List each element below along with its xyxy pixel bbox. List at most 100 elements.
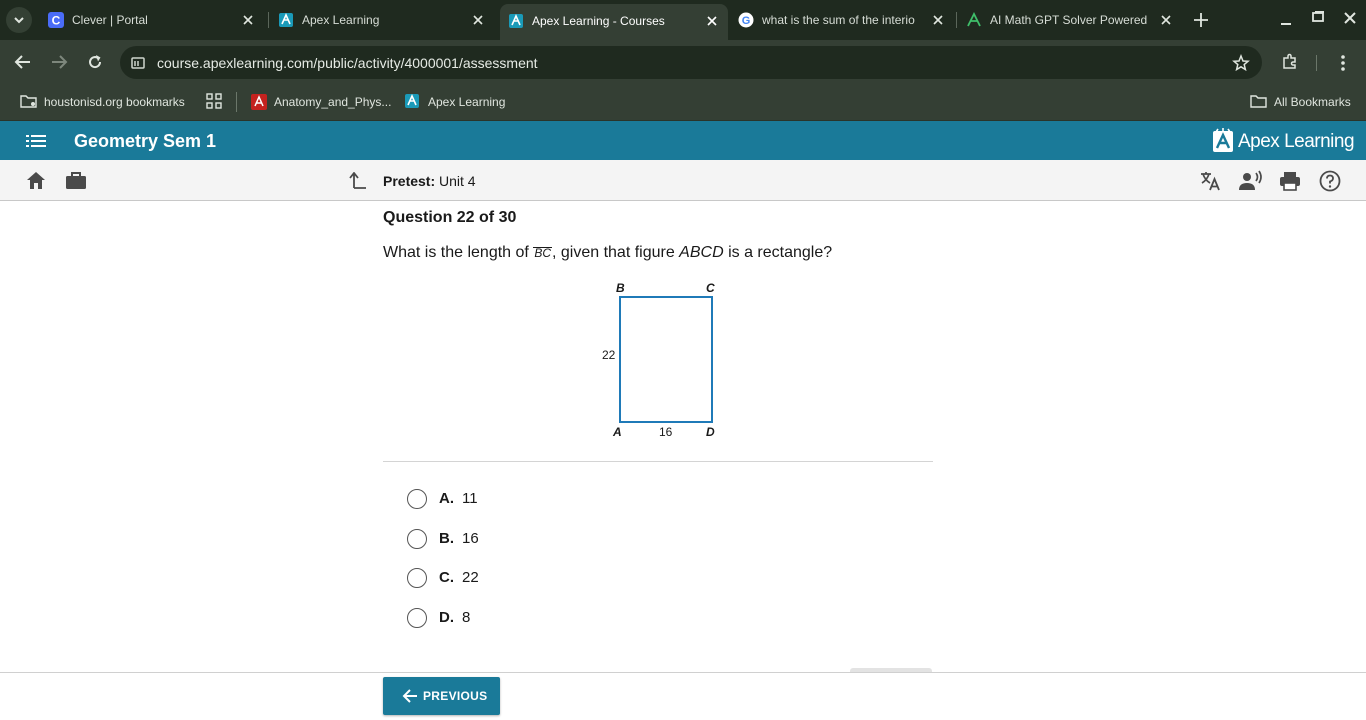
clever-icon: C: [48, 12, 64, 28]
toolbar-separator: [1316, 55, 1317, 71]
close-icon[interactable]: [470, 12, 486, 28]
option-letter: C.: [439, 569, 454, 586]
menu-list-icon[interactable]: [26, 133, 46, 149]
question-text-part: , given that figure: [551, 244, 680, 261]
option-letter: B.: [439, 530, 454, 547]
figure-name: ABCD: [679, 244, 724, 261]
back-arrow-icon[interactable]: [14, 53, 32, 71]
tab-title: what is the sum of the interio: [762, 13, 915, 27]
bookmark-label: Anatomy_and_Phys...: [274, 95, 392, 109]
rectangle-figure: B C A D 22 16: [602, 281, 715, 439]
folder-icon: [1250, 95, 1267, 108]
app-header: Geometry Sem 1 Apex Learning: [0, 121, 1366, 160]
tab-search-button[interactable]: [6, 7, 32, 33]
previous-label: PREVIOUS: [423, 689, 488, 703]
translate-icon[interactable]: [1199, 170, 1221, 192]
question-number: Question 22 of 30: [383, 209, 517, 226]
side-length-ab: 22: [602, 348, 616, 362]
managed-folder-icon: [20, 95, 37, 108]
brand-name: Apex Learning: [1238, 131, 1355, 152]
bookmark-label: houstonisd.org bookmarks: [44, 95, 185, 109]
all-bookmarks-label: All Bookmarks: [1274, 95, 1351, 109]
briefcase-icon[interactable]: [65, 171, 87, 190]
svg-text:G: G: [742, 15, 751, 27]
browser-tab-apex-courses[interactable]: Apex Learning - Courses: [500, 4, 728, 40]
question-divider: [383, 461, 933, 462]
question-text: What is the length of BC, given that fig…: [383, 244, 832, 262]
option-value: 8: [462, 609, 471, 626]
vertex-label-d: D: [706, 425, 715, 439]
option-letter: A.: [439, 490, 454, 507]
apex-icon: [279, 13, 293, 27]
rectangle-abcd: [619, 296, 713, 423]
browser-tab-math-gpt[interactable]: AI Math GPT Solver Powered: [958, 5, 1182, 35]
side-length-ad: 16: [659, 425, 673, 439]
help-icon[interactable]: [1319, 170, 1341, 192]
option-value: 11: [462, 490, 478, 507]
reload-icon[interactable]: [86, 53, 104, 71]
new-tab-icon[interactable]: [1192, 11, 1210, 29]
browser-toolbar: course.apexlearning.com/public/activity/…: [0, 40, 1366, 85]
tab-separator: [956, 12, 957, 28]
segment-label: BC: [533, 246, 552, 260]
option-value: 16: [462, 530, 479, 547]
tab-title: Apex Learning - Courses: [532, 14, 665, 28]
question-text-part: is a rectangle?: [723, 244, 833, 261]
svg-text:C: C: [52, 14, 61, 28]
bookmark-star-icon[interactable]: [1232, 54, 1250, 72]
tab-separator: [268, 12, 269, 28]
radio-button[interactable]: [407, 568, 427, 588]
minimize-icon[interactable]: [1278, 10, 1294, 30]
course-title: Geometry Sem 1: [74, 131, 217, 151]
previous-button[interactable]: PREVIOUS: [383, 677, 500, 715]
radio-button[interactable]: [407, 489, 427, 509]
vertex-label-a: A: [612, 425, 622, 439]
browser-tab-strip: C Clever | Portal Apex Learning Apex Lea…: [0, 0, 1366, 40]
option-value: 22: [462, 569, 479, 586]
vertex-label-c: C: [706, 281, 715, 295]
close-icon[interactable]: [930, 12, 946, 28]
url-text[interactable]: course.apexlearning.com/public/activity/…: [157, 55, 538, 71]
vertex-label-b: B: [616, 281, 625, 295]
text-to-speech-icon[interactable]: [1239, 170, 1263, 192]
close-window-icon[interactable]: [1342, 10, 1358, 26]
more-menu-icon[interactable]: [1340, 54, 1346, 72]
apex-icon: [405, 94, 419, 108]
close-icon[interactable]: [240, 12, 256, 28]
apex-learning-logo: Apex Learning: [1212, 128, 1355, 154]
activity-toolbar: Pretest: Unit 4: [0, 160, 1366, 201]
pdf-icon: [251, 94, 267, 110]
radio-button[interactable]: [407, 529, 427, 549]
tab-title: Apex Learning: [302, 13, 380, 27]
activity-footer: [0, 672, 1366, 720]
apps-grid-icon: [206, 93, 222, 109]
chevron-down-icon: [14, 17, 24, 24]
activity-unit: Unit 4: [439, 173, 476, 189]
close-icon[interactable]: [704, 13, 720, 29]
level-up-icon[interactable]: [349, 172, 367, 189]
option-letter: D.: [439, 609, 454, 626]
browser-tab-google[interactable]: G what is the sum of the interio: [730, 5, 954, 35]
forward-arrow-icon[interactable]: [50, 53, 68, 71]
apex-icon: [509, 14, 523, 28]
radio-button[interactable]: [407, 608, 427, 628]
restore-icon[interactable]: [1310, 10, 1326, 26]
home-icon[interactable]: [26, 171, 46, 190]
google-icon: G: [738, 12, 754, 28]
print-icon[interactable]: [1279, 170, 1301, 192]
activity-type-label: Pretest:: [383, 173, 436, 189]
extensions-icon[interactable]: [1281, 53, 1299, 71]
question-text-part: What is the length of: [383, 244, 534, 261]
tab-title: Clever | Portal: [72, 13, 148, 27]
site-info-icon[interactable]: [130, 55, 146, 71]
close-icon[interactable]: [1158, 12, 1174, 28]
bookmarks-bar: houstonisd.org bookmarks Anatomy_and_Phy…: [0, 85, 1366, 121]
address-bar[interactable]: course.apexlearning.com/public/activity/…: [120, 46, 1262, 79]
bookmark-label: Apex Learning: [428, 95, 506, 109]
browser-tab-clever[interactable]: C Clever | Portal: [40, 5, 264, 35]
tab-title: AI Math GPT Solver Powered: [990, 13, 1148, 27]
math-gpt-icon: [967, 12, 981, 27]
arrow-left-icon: [402, 689, 417, 703]
browser-tab-apex[interactable]: Apex Learning: [270, 5, 494, 35]
bookmarks-separator: [236, 92, 237, 112]
